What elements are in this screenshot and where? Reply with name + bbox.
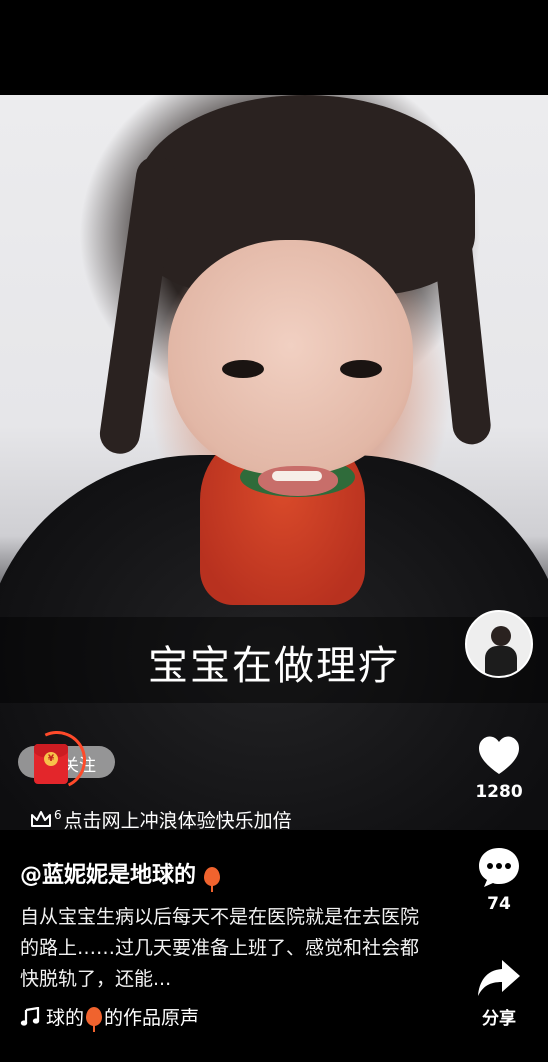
music-suffix: 的作品原声 [104, 1007, 200, 1029]
balloon-icon [203, 866, 220, 892]
like-button[interactable]: 1280 [463, 734, 535, 802]
share-label: 分享 [482, 1009, 516, 1029]
video-face [168, 240, 413, 475]
like-count: 1280 [475, 782, 523, 802]
avatar-figure [481, 622, 519, 676]
balloon-icon [86, 1007, 103, 1032]
comment-count: 74 [487, 894, 511, 914]
music-credit[interactable]: 球的 的作品原声 [20, 1003, 200, 1032]
promo-text: 点击网上冲浪体验快乐加倍 [63, 809, 292, 832]
heart-icon [478, 736, 520, 774]
music-prefix: 球的 [46, 1007, 85, 1029]
video-braid-right [425, 163, 493, 447]
share-arrow-icon [478, 960, 520, 996]
video-teeth [272, 471, 322, 481]
promo-rank: 6 [54, 808, 62, 822]
video-eye-right [340, 360, 382, 378]
username-text: @蓝妮妮是地球的 [20, 863, 197, 888]
share-button[interactable]: 分享 [463, 958, 535, 1029]
red-packet-coin: ¥ [44, 752, 58, 766]
video-player[interactable] [0, 95, 548, 830]
author-avatar[interactable] [465, 610, 533, 678]
promo-banner[interactable]: 6 点击网上冲浪体验快乐加倍 [30, 806, 292, 832]
author-username[interactable]: @蓝妮妮是地球的 [20, 857, 220, 892]
video-description[interactable]: 自从宝宝生病以后每天不是在医院就是在去医院的路上……过几天要准备上班了、感觉和社… [20, 902, 430, 995]
comment-icon [479, 848, 519, 887]
music-note-icon [20, 1006, 40, 1026]
crown-icon [31, 811, 51, 827]
video-eye-left [222, 360, 264, 378]
video-braid-left [97, 153, 179, 457]
comment-button[interactable]: 74 [463, 846, 535, 914]
